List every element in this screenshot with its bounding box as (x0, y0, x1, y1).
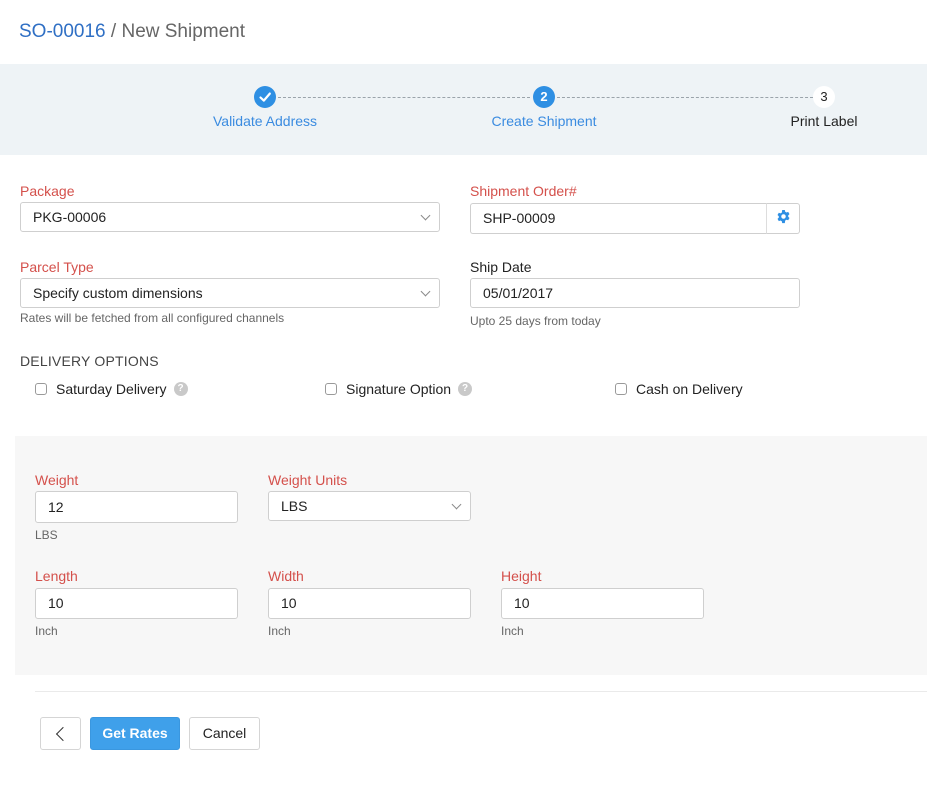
shipment-order-value: SHP-00009 (483, 210, 556, 226)
checkmark-icon (254, 86, 276, 108)
back-button[interactable] (40, 717, 81, 750)
weight-label: Weight (35, 472, 79, 488)
gear-icon (776, 209, 791, 229)
height-label: Height (501, 568, 542, 584)
weight-units-value: LBS (281, 498, 308, 514)
page-title: SO-00016 / New Shipment (19, 20, 245, 44)
width-input[interactable]: 10 (268, 588, 471, 619)
weight-input[interactable]: 12 (35, 491, 238, 523)
help-icon[interactable]: ? (458, 382, 473, 396)
width-label: Width (268, 568, 304, 584)
signature-option-label[interactable]: Signature Option (346, 381, 451, 397)
breadcrumb-separator: / (105, 21, 122, 42)
progress-stepper: Validate Address 2 Create Shipment 3 Pri… (0, 64, 927, 155)
shipment-order-settings-button[interactable] (766, 203, 800, 234)
chevron-down-icon (420, 286, 431, 297)
cancel-button[interactable]: Cancel (189, 717, 260, 750)
chevron-left-icon (55, 726, 71, 742)
step-label: Validate Address (212, 113, 318, 129)
weight-value: 12 (48, 499, 64, 515)
ship-date-value: 05/01/2017 (483, 285, 554, 301)
step-number: 2 (533, 86, 555, 108)
step-number: 3 (813, 86, 835, 108)
saturday-delivery-option: Saturday Delivery ? (35, 380, 188, 398)
package-select[interactable]: PKG-00006 (20, 202, 440, 232)
page-heading: New Shipment (121, 21, 246, 42)
package-label: Package (20, 183, 75, 199)
get-rates-button[interactable]: Get Rates (90, 717, 180, 750)
weight-units-select[interactable]: LBS (268, 491, 471, 521)
ship-date-label: Ship Date (470, 259, 532, 275)
weight-unit-hint: LBS (35, 528, 58, 542)
package-value: PKG-00006 (33, 209, 107, 225)
width-unit-hint: Inch (268, 624, 291, 638)
signature-option: Signature Option ? (325, 380, 473, 398)
height-unit-hint: Inch (501, 624, 524, 638)
cash-on-delivery-option: Cash on Delivery (615, 380, 743, 398)
step-label: Create Shipment (491, 113, 597, 129)
help-icon[interactable]: ? (173, 382, 188, 396)
signature-option-checkbox[interactable] (325, 383, 337, 395)
parcel-type-label: Parcel Type (20, 259, 94, 275)
step-label: Print Label (790, 113, 858, 129)
parcel-type-select[interactable]: Specify custom dimensions (20, 278, 440, 308)
cash-on-delivery-label[interactable]: Cash on Delivery (636, 381, 743, 397)
step-connector (278, 97, 530, 98)
ship-date-hint: Upto 25 days from today (470, 314, 601, 328)
chevron-down-icon (420, 210, 431, 221)
cash-on-delivery-checkbox[interactable] (615, 383, 627, 395)
saturday-delivery-checkbox[interactable] (35, 383, 47, 395)
step-connector (557, 97, 813, 98)
sales-order-link[interactable]: SO-00016 (19, 21, 106, 42)
saturday-delivery-label[interactable]: Saturday Delivery (56, 381, 167, 397)
length-label: Length (35, 568, 78, 584)
weight-units-label: Weight Units (268, 472, 348, 488)
shipment-order-label: Shipment Order# (470, 183, 577, 199)
footer-divider (35, 691, 927, 692)
shipment-order-input[interactable]: SHP-00009 (470, 203, 767, 234)
height-value: 10 (514, 595, 530, 611)
length-input[interactable]: 10 (35, 588, 238, 619)
ship-date-input[interactable]: 05/01/2017 (470, 278, 800, 308)
parcel-type-value: Specify custom dimensions (33, 285, 203, 301)
delivery-options-heading: DELIVERY OPTIONS (20, 353, 159, 369)
length-value: 10 (48, 595, 64, 611)
length-unit-hint: Inch (35, 624, 58, 638)
parcel-type-hint: Rates will be fetched from all configure… (20, 311, 285, 325)
height-input[interactable]: 10 (501, 588, 704, 619)
chevron-down-icon (451, 499, 462, 510)
width-value: 10 (281, 595, 297, 611)
package-dimensions-panel (15, 436, 927, 675)
